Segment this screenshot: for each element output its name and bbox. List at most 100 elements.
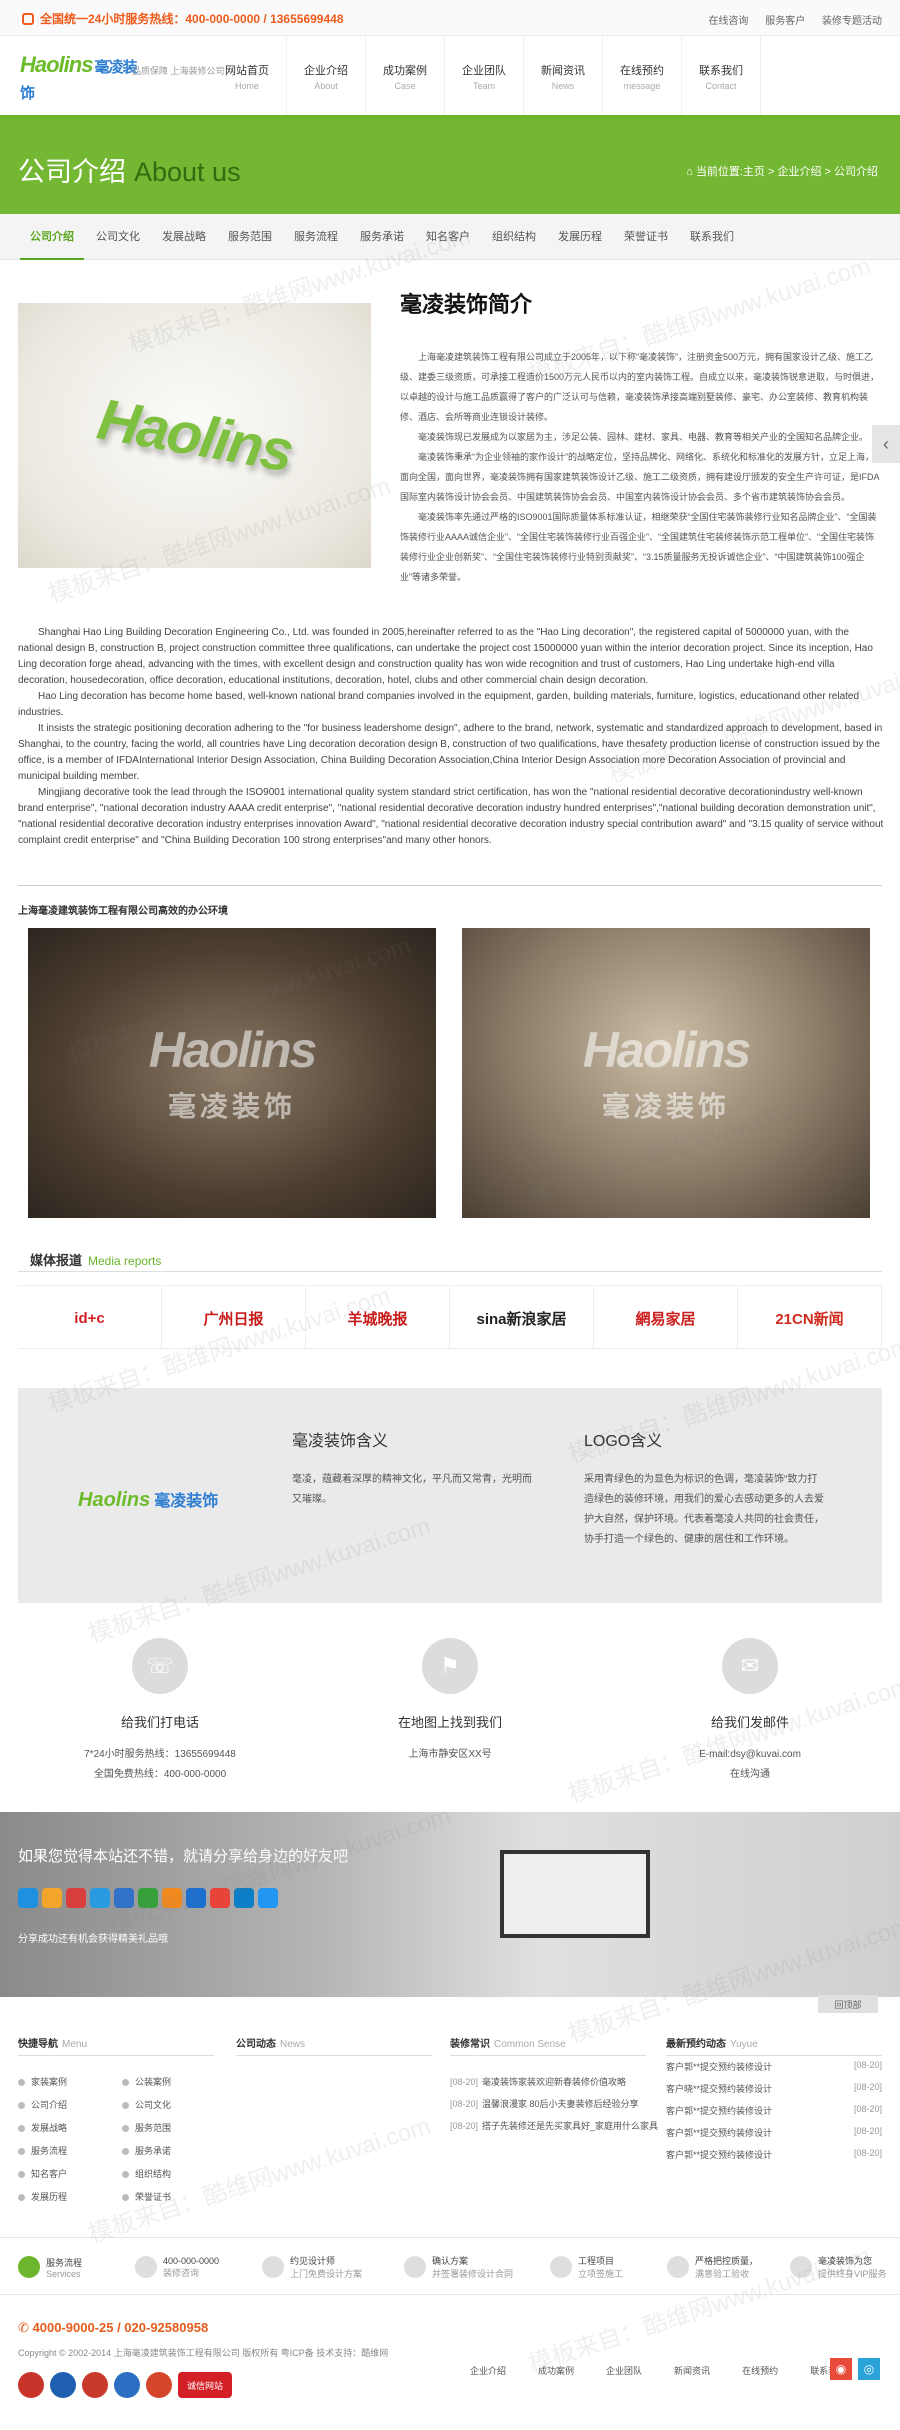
bottom-nav-item[interactable]: 新闻资讯 — [674, 2364, 710, 2377]
subnav-item[interactable]: 公司介绍 — [20, 214, 84, 260]
footer-order-item[interactable]: 客户郭**提交预约装修设计 [08-20] — [666, 2148, 882, 2161]
service-step-icon — [262, 2256, 284, 2278]
footer-nav-item[interactable]: 荣誉证书 — [122, 2190, 171, 2203]
copyright: Copyright © 2002-2014 上海毫凌建筑装饰工程有限公司 版权所… — [18, 2348, 389, 2358]
footer-common-title: 装修常识 Common Sense — [450, 2039, 566, 2050]
weibo-icon[interactable]: ◉ — [830, 2358, 852, 2380]
share-icon[interactable] — [162, 1888, 182, 1908]
top-link-topic[interactable]: 装修专题活动 — [822, 16, 882, 27]
badge-icon[interactable] — [50, 2372, 76, 2398]
logo-meaning-title: LOGO含义 — [584, 1433, 663, 1450]
footer-news-title: 公司动态 News — [236, 2039, 306, 2050]
nav-item-case[interactable]: 成功案例 Case — [366, 36, 445, 116]
breadcrumb[interactable]: ⌂ 当前位置:主页 > 企业介绍 > 公司介绍 — [686, 163, 878, 179]
top-link-consult[interactable]: 在线咨询 — [708, 16, 748, 27]
sub-nav: 公司介绍 公司文化 发展战略 服务范围 服务流程 服务承诺 知名客户 组织结构 发展历程 荣誉证书… — [0, 214, 900, 260]
contact-title: 在地图上找到我们 — [397, 1715, 502, 1730]
top-link-service[interactable]: 服务客户 — [765, 16, 805, 27]
subnav-item[interactable]: 荣誉证书 — [614, 214, 678, 260]
footer-nav-item[interactable]: 公司介绍 — [18, 2098, 67, 2111]
footer-nav-item[interactable]: 组织结构 — [122, 2167, 171, 2180]
footer-nav-item[interactable]: 服务流程 — [18, 2144, 67, 2157]
subnav-item[interactable]: 公司文化 — [86, 214, 150, 260]
order-text: 客户晓**提交预约装修设计 — [666, 2084, 773, 2094]
footer-order-item[interactable]: 客户晓**提交预约装修设计 [08-20] — [666, 2082, 882, 2095]
bottom-nav-item[interactable]: 企业介绍 — [470, 2364, 506, 2377]
subnav-item[interactable]: 服务范围 — [218, 214, 282, 260]
share-icon[interactable] — [42, 1888, 62, 1908]
footer-order-item[interactable]: 客户郭**提交预约装修设计 [08-20] — [666, 2060, 882, 2073]
bottom-nav-item[interactable]: 企业团队 — [606, 2364, 642, 2377]
side-toggle-button[interactable]: ‹ — [872, 425, 900, 463]
subnav-item[interactable]: 服务流程 — [284, 214, 348, 260]
footer-nav-item[interactable]: 知名客户 — [18, 2167, 67, 2180]
nav-label: 联系我们 — [699, 64, 743, 77]
subnav-item[interactable]: 联系我们 — [680, 214, 744, 260]
service-step-text: 严格把控质量， 满意验工验收 — [695, 2254, 758, 2280]
share-icon[interactable] — [138, 1888, 158, 1908]
share-icon[interactable] — [90, 1888, 110, 1908]
footer-article-item[interactable]: [08-20] 温馨浪漫家 80后小夫妻装修后经验分享 — [450, 2097, 639, 2110]
share-icon[interactable] — [234, 1888, 254, 1908]
media-logo[interactable]: 21CN新闻 — [738, 1286, 882, 1350]
site-logo[interactable]: Haolins 毫凌装饰 — [20, 52, 150, 102]
share-icon[interactable] — [258, 1888, 278, 1908]
subnav-item[interactable]: 发展战略 — [152, 214, 216, 260]
back-to-top-button[interactable]: 回顶部 — [818, 1995, 878, 2013]
footer-line — [666, 2055, 882, 2056]
subnav-item[interactable]: 组织结构 — [482, 214, 546, 260]
footer-article-item[interactable]: [08-20] 毫凌装饰家装欢迎新春装修价值攻略 — [450, 2075, 626, 2088]
subnav-item[interactable]: 发展历程 — [548, 214, 612, 260]
order-text: 客户郭**提交预约装修设计 — [666, 2062, 773, 2072]
footer-nav-item[interactable]: 服务承诺 — [122, 2144, 171, 2157]
footer-nav-item[interactable]: 发展历程 — [18, 2190, 67, 2203]
media-logo[interactable]: 广州日报 — [162, 1286, 306, 1350]
nav-item-team[interactable]: 企业团队 Team — [445, 36, 524, 116]
media-logo[interactable]: id+c — [18, 1286, 162, 1350]
media-logo[interactable]: 羊城晚报 — [306, 1286, 450, 1350]
article-title: 搭子先装修还是先买家具好_家庭用什么家具 — [482, 2121, 659, 2131]
nav-item-contact[interactable]: 联系我们 Contact — [682, 36, 761, 116]
map-pin-icon[interactable]: ⚑ — [422, 1638, 478, 1694]
mail-icon[interactable]: ✉ — [722, 1638, 778, 1694]
nav-item-home[interactable]: 网站首页 Home — [208, 36, 287, 116]
nav-item-message[interactable]: 在线预约 message — [603, 36, 682, 116]
footer-nav-item[interactable]: 发展战略 — [18, 2121, 67, 2134]
order-text: 客户郭**提交预约装修设计 — [666, 2150, 773, 2160]
share-icon[interactable] — [186, 1888, 206, 1908]
page-title: 公司介绍 About us — [18, 157, 241, 187]
badge-icon[interactable] — [18, 2372, 44, 2398]
badge-icon[interactable] — [82, 2372, 108, 2398]
footer-nav-item[interactable]: 公装案例 — [122, 2075, 171, 2088]
subnav-item[interactable]: 知名客户 — [416, 214, 480, 260]
trust-badge[interactable]: 诚信网站 — [178, 2372, 232, 2398]
nav-item-about[interactable]: 企业介绍 About — [287, 36, 366, 116]
phone-icon[interactable]: ☏ — [132, 1638, 188, 1694]
footer-order-item[interactable]: 客户郭**提交预约装修设计 [08-20] — [666, 2126, 882, 2139]
badge-icon[interactable] — [114, 2372, 140, 2398]
footer-order-item[interactable]: 客户郭**提交预约装修设计 [08-20] — [666, 2104, 882, 2117]
footer-article-item[interactable]: [08-20] 搭子先装修还是先买家具好_家庭用什么家具 — [450, 2119, 658, 2132]
service-step-icon — [404, 2256, 426, 2278]
service-step-icon — [790, 2256, 812, 2278]
share-icon[interactable] — [210, 1888, 230, 1908]
footer-line — [18, 2055, 214, 2056]
bottom-nav-item[interactable]: 成功案例 — [538, 2364, 574, 2377]
footer-nav-item[interactable]: 服务范围 — [122, 2121, 171, 2134]
media-logo[interactable]: sina新浪家居 — [450, 1286, 594, 1350]
subnav-item[interactable]: 服务承诺 — [350, 214, 414, 260]
share-icon[interactable] — [114, 1888, 134, 1908]
service-step-sub: 上门免费设计方案 — [290, 2269, 363, 2279]
footer-nav-item[interactable]: 公司文化 — [122, 2098, 171, 2111]
footer-nav-item[interactable]: 家装案例 — [18, 2075, 67, 2088]
badge-icon[interactable] — [146, 2372, 172, 2398]
share-icon[interactable] — [18, 1888, 38, 1908]
footer-line — [450, 2055, 646, 2056]
service-step-sub: 装修咨询 — [163, 2267, 200, 2278]
order-date: [08-20] — [853, 2104, 882, 2114]
qq-icon[interactable]: ◎ — [858, 2358, 880, 2380]
nav-item-news[interactable]: 新闻资讯 News — [524, 36, 603, 116]
share-icon[interactable] — [66, 1888, 86, 1908]
bottom-nav-item[interactable]: 在线预约 — [742, 2364, 778, 2377]
media-logo[interactable]: 網易家居 — [594, 1286, 738, 1350]
